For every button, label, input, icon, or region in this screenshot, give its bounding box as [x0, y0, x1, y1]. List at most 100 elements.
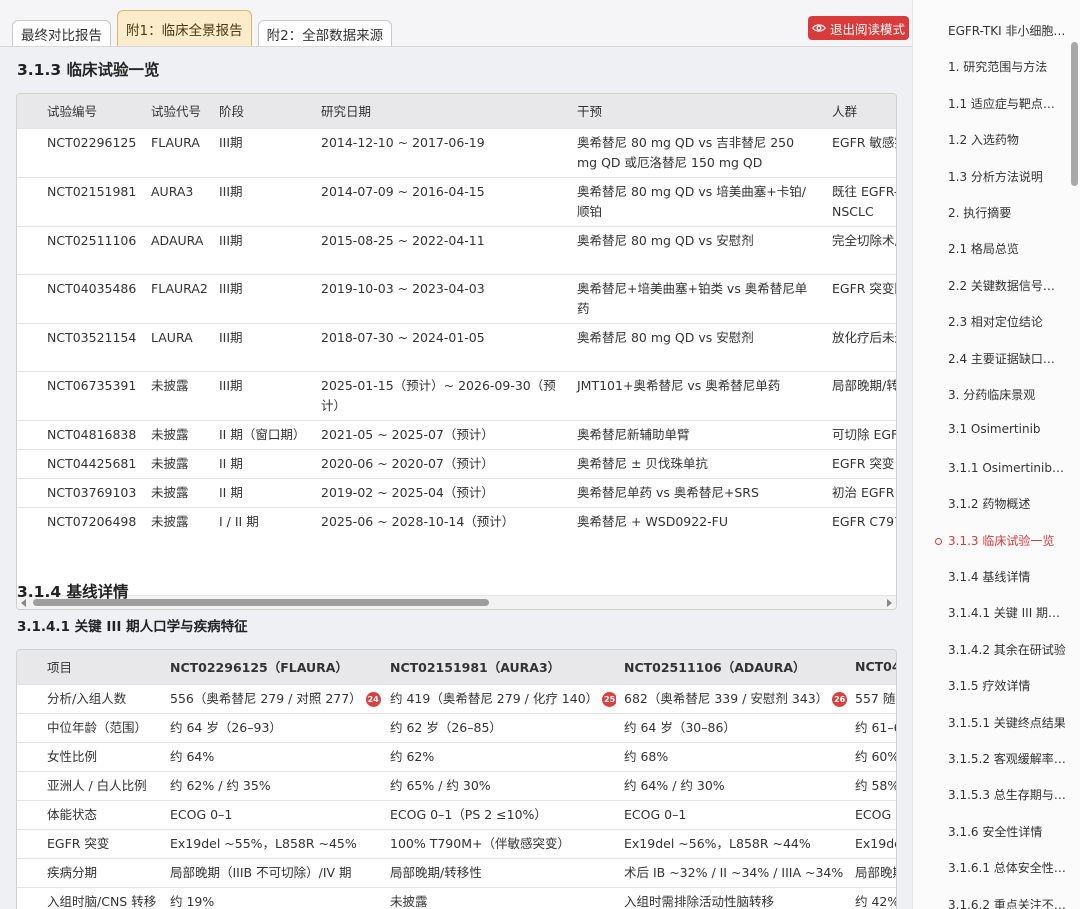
tab-clinical-landscape-report[interactable]: 附1：临床全景报告 [117, 10, 252, 46]
section-heading-baseline: 3.1.4 基线详情 [17, 583, 129, 601]
baseline-cell-c2: 未披露 [382, 886, 616, 909]
toc-item[interactable]: 3.1.1 Osimertinib 概况 [948, 459, 1066, 479]
trial-row: NCT07206498 未披露 I / II 期 2025-06 ~ 2028-10-… [17, 506, 896, 555]
toc-item[interactable]: 2.4 主要证据缺口与风险 [948, 350, 1066, 370]
column-header: 试验代号 [143, 94, 211, 128]
toc-item[interactable]: 3.1.6.2 重点关注不良事件 [948, 896, 1066, 909]
toc-item[interactable]: 3.1.4.2 其余在研试验 [948, 641, 1066, 661]
baseline-row: 疾病分期 局部晚期（IIIB 不可切除）/IV 期 局部晚期/转移性 术后 IB ~3… [17, 857, 896, 887]
baseline-cell-item: 疾病分期 [17, 857, 162, 887]
trial-cell-dates: 2025-01-15（预计）~ 2026-09-30（预计） [313, 370, 569, 420]
trial-cell-phase: III期 [211, 322, 313, 371]
trial-cell-phase: I / II 期 [211, 506, 313, 555]
trial-cell-code: ADAURA [143, 225, 211, 274]
trial-row: NCT04425681 未披露 II 期 2020-06 ~ 2020-07（预计）奥… [17, 448, 896, 478]
trial-cell-dates: 2015-08-25 ~ 2022-04-11 [313, 225, 569, 274]
trials-table: 试验编号 试验代号 阶段 研究日期 干预 人群 NCT02296125 FLAUR… [17, 94, 896, 555]
baseline-row: 亚洲人 / 白人比例 约 62% / 约 35% 约 65% / 约 30% 约 64… [17, 770, 896, 800]
trial-cell-id: NCT06735391 [17, 370, 143, 420]
baseline-cell-text: Ex19de [855, 835, 896, 851]
toc-item[interactable]: 3.1.3 临床试验一览 [948, 532, 1066, 552]
toc-item[interactable]: 3.1.4.1 关键 III 期人口学 [948, 604, 1066, 624]
eye-icon [812, 24, 826, 32]
baseline-cell-c3: 约 64% / 约 30% [616, 770, 847, 800]
baseline-cell-item: 分析/入组人数 [17, 683, 162, 713]
citation-badge[interactable]: 26 [832, 691, 847, 707]
toc-item[interactable]: EGFR-TKI 非小细胞肺癌 [948, 22, 1066, 42]
trial-cell-intervention: 奥希替尼 80 mg QD vs 安慰剂 [569, 322, 824, 371]
baseline-cell-text: 约 19% [170, 893, 215, 909]
toc-item[interactable]: 2.1 格局总览 [948, 240, 1066, 260]
column-header: 阶段 [211, 94, 313, 128]
trial-cell-phase: III期 [211, 370, 313, 420]
trial-cell-intervention: 奥希替尼 80 mg QD vs 安慰剂 [569, 225, 824, 274]
baseline-cell-c2: 100% T790M+（伴敏感突变） [382, 828, 616, 858]
baseline-cell-text: 约 42% [855, 893, 897, 909]
baseline-cell-text: 入组时脑/CNS 转移 [47, 893, 157, 909]
toc-item[interactable]: 2.3 相对定位结论 [948, 313, 1066, 333]
baseline-cell-text: 中位年龄（范围） [47, 719, 148, 735]
baseline-cell-c2: 约 62% [382, 741, 616, 771]
toc-item[interactable]: 1. 研究范围与方法 [948, 58, 1066, 78]
baseline-table: 项目 NCT02296125（FLAURA） NCT02151981（AURA3… [17, 650, 897, 909]
baseline-cell-item: 体能状态 [17, 799, 162, 829]
scroll-right-icon[interactable] [887, 599, 892, 607]
trial-cell-code: 未披露 [143, 370, 211, 420]
toc-item[interactable]: 3.1.5.1 关键终点结果 [948, 714, 1066, 734]
trial-cell-intervention: 奥希替尼 ± 贝伐珠单抗 [569, 448, 824, 478]
baseline-cell-text: 约 65% / 约 30% [390, 777, 491, 793]
table-of-contents: EGFR-TKI 非小细胞肺癌 1. 研究范围与方法 1.1 适应症与靶点定义 1.2… [912, 0, 1080, 909]
baseline-cell-c4: ECOG 0 [847, 799, 896, 829]
trial-row: NCT06735391 未披露 III期 2025-01-15（预计）~ 2026-0… [17, 370, 896, 420]
toc-item[interactable]: 3.1.4 基线详情 [948, 568, 1066, 588]
citation-badge[interactable]: 25 [602, 691, 616, 707]
baseline-cell-text: 约 64% / 约 30% [624, 777, 725, 793]
baseline-cell-c4: 局部晚期 [847, 857, 896, 887]
toc-item[interactable]: 2.2 关键数据信号与解读 [948, 277, 1066, 297]
scrollbar-thumb[interactable] [1071, 42, 1078, 186]
baseline-cell-c4: 557 随机 [847, 683, 896, 713]
trial-cell-code: LAURA [143, 322, 211, 371]
toc-item[interactable]: 3.1 Osimertinib [948, 422, 1066, 442]
toc-item[interactable]: 3. 分药临床景观 [948, 386, 1066, 406]
toc-item[interactable]: 3.1.6.1 总体安全性概况 [948, 859, 1066, 879]
trial-cell-dates: 2018-07-30 ~ 2024-01-05 [313, 322, 569, 371]
baseline-cell-item: 女性比例 [17, 741, 162, 771]
tab-final-comparison-report[interactable]: 最终对比报告 [12, 20, 111, 46]
baseline-cell-text: 557 随机 [855, 690, 896, 706]
tab-all-data-sources[interactable]: 附2：全部数据来源 [257, 20, 393, 46]
trial-cell-id: NCT07206498 [17, 506, 143, 555]
trial-cell-id: NCT02296125 [17, 127, 143, 177]
column-header: NCT02151981（AURA3） [382, 650, 616, 684]
citation-badge[interactable]: 24 [365, 691, 381, 707]
baseline-cell-c4: Ex19de [847, 828, 896, 858]
trial-cell-phase: II 期 [211, 477, 313, 507]
toc-item[interactable]: 3.1.6 安全性详情 [948, 823, 1066, 843]
toc-item[interactable]: 3.1.5.2 客观缓解率与持续 [948, 750, 1066, 770]
toc-item[interactable]: 2. 执行摘要 [948, 204, 1066, 224]
baseline-cell-c3: 入组时需排除活动性脑转移 [616, 886, 847, 909]
trial-cell-dates: 2025-06 ~ 2028-10-14（预计） [313, 506, 569, 555]
trial-cell-id: NCT02511106 [17, 225, 143, 274]
exit-reading-mode-label: 退出阅读模式 [829, 21, 905, 37]
trial-cell-dates: 2019-10-03 ~ 2023-04-03 [313, 273, 569, 323]
toc-item[interactable]: 1.3 分析方法说明 [948, 168, 1066, 188]
toc-item[interactable]: 3.1.5 疗效详情 [948, 677, 1066, 697]
trial-cell-population: 初治 EGFR 突 [824, 477, 896, 507]
baseline-cell-text: 约 62% [390, 748, 435, 764]
baseline-cell-text: ECOG 0–1（PS 2 ≤10%） [390, 806, 547, 822]
baseline-cell-text: EGFR 突变 [47, 835, 110, 851]
report-content: 3.1.3 临床试验一览 试验编号 试验代号 阶段 研究日期 干预 人群 NCT… [0, 46, 912, 909]
toc-item[interactable]: 3.1.5.3 总生存期与长期 [948, 786, 1066, 806]
trial-cell-population: EGFR 敏感突变 NSCLC，一线 [824, 127, 896, 177]
toc-item[interactable]: 3.1.2 药物概述 [948, 495, 1066, 515]
toc-item[interactable]: 1.1 适应症与靶点定义 [948, 95, 1066, 115]
trial-cell-id: NCT02151981 [17, 176, 143, 226]
exit-reading-mode-button[interactable]: 退出阅读模式 [808, 16, 909, 40]
baseline-cell-item: EGFR 突变 [17, 828, 162, 858]
trial-cell-code: 未披露 [143, 448, 211, 478]
baseline-cell-text: 约 64 岁（26–93） [170, 719, 282, 735]
toc-vertical-scrollbar[interactable] [1070, 0, 1080, 909]
horizontal-scrollbar[interactable] [17, 595, 896, 609]
toc-item[interactable]: 1.2 入选药物 [948, 131, 1066, 151]
